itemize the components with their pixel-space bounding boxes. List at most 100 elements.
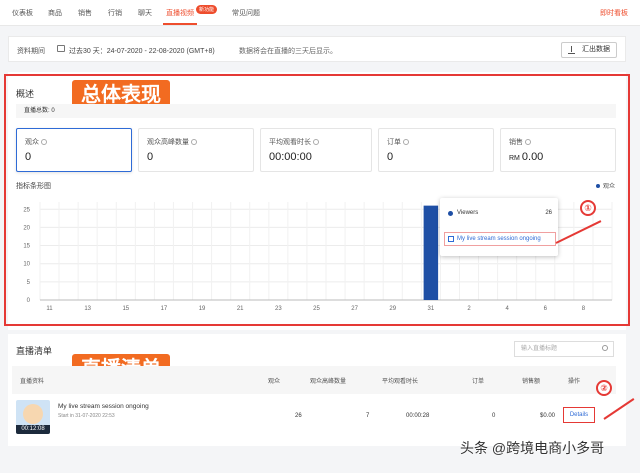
cell-orders: 0	[492, 413, 496, 419]
legend-label: 观众	[603, 184, 616, 190]
overview-title: 概述	[16, 89, 35, 99]
y-tick-label: 20	[23, 225, 30, 231]
x-tick-label: 23	[275, 306, 282, 312]
search-icon[interactable]	[602, 345, 608, 351]
marker-two: ②	[596, 380, 612, 396]
metric-card-avg-watch-time[interactable]: 平均观看时长 00:00:00	[260, 128, 372, 172]
cell-viewers: 26	[295, 413, 302, 419]
data-delay-note: 数据将会在直播的三天后显示。	[239, 48, 337, 55]
duration-label: 00:12:08	[16, 425, 50, 434]
metric-card-peak-viewers[interactable]: 观众高峰数量 0	[138, 128, 254, 172]
session-link[interactable]: My live stream session ongoing	[457, 236, 541, 242]
x-tick-label: 31	[428, 306, 435, 312]
help-icon[interactable]	[403, 139, 409, 146]
realtime-dashboard-link[interactable]: 即时看板	[600, 8, 628, 18]
search-placeholder: 输入直播标题	[521, 346, 558, 352]
x-tick-label: 15	[122, 306, 129, 312]
metric-label: 观众高峰数量	[147, 139, 189, 146]
metric-card-orders[interactable]: 订单 0	[378, 128, 494, 172]
help-icon[interactable]	[525, 139, 531, 146]
cell-peak-viewers: 7	[366, 413, 370, 419]
chart-tooltip: Viewers 26 My live stream session ongoin…	[440, 198, 558, 256]
watermark: 头条 @跨境电商小多哥	[460, 440, 605, 456]
metric-value: 0	[147, 151, 154, 163]
help-icon[interactable]	[313, 139, 319, 146]
new-feature-badge: 新功能	[196, 5, 218, 14]
y-tick-label: 5	[27, 280, 31, 286]
col-orders[interactable]: 订单	[472, 376, 484, 385]
currency-label: RM	[509, 155, 520, 162]
details-button[interactable]: Details	[563, 407, 595, 423]
tab-sales[interactable]: 销售	[78, 8, 92, 18]
x-tick-label: 13	[84, 306, 91, 312]
export-label: 汇出数据	[582, 46, 610, 53]
metric-label: 平均观看时长	[269, 139, 311, 146]
export-data-button[interactable]: 汇出数据	[561, 42, 617, 58]
tooltip-value: 26	[545, 210, 552, 216]
x-tick-label: 6	[544, 306, 548, 312]
x-tick-label: 29	[389, 306, 396, 312]
x-tick-label: 25	[313, 306, 320, 312]
col-actions: 操作	[568, 379, 581, 385]
search-live-title-input[interactable]: 输入直播标题	[514, 341, 614, 357]
legend-swatch	[596, 184, 600, 189]
x-tick-label: 21	[237, 306, 244, 312]
session-count: 直播总数: 0	[24, 108, 55, 114]
table-header: 直播资料 观众 观众高峰数量 平均观看时长 订单 销售额 操作	[12, 366, 616, 394]
session-link-box[interactable]: My live stream session ongoing	[444, 232, 556, 246]
avatar	[23, 404, 43, 424]
date-range-bar: 资料期间 过去30 天：24-07-2020 - 22-08-2020 (GMT…	[8, 36, 626, 62]
download-icon	[568, 46, 575, 54]
tab-faq[interactable]: 常见问题	[232, 8, 260, 18]
calendar-icon[interactable]	[57, 45, 65, 52]
tab-chat[interactable]: 聊天	[138, 8, 152, 18]
chart-title: 指标条形图	[16, 183, 51, 190]
date-range-picker[interactable]: 过去30 天：24-07-2020 - 22-08-2020 (GMT+8)	[69, 46, 215, 56]
col-avg-watch-time[interactable]: 平均观看时长	[382, 376, 418, 385]
stream-title[interactable]: My live stream session ongoing	[58, 403, 149, 410]
x-tick-label: 2	[467, 306, 471, 312]
active-tab-indicator	[163, 23, 197, 25]
tooltip-series-name: Viewers	[457, 210, 479, 216]
stream-thumbnail[interactable]: 00:12:08	[16, 400, 50, 434]
y-tick-label: 0	[27, 298, 31, 304]
bar	[423, 205, 439, 300]
x-tick-label: 11	[46, 306, 53, 312]
metric-label: 订单	[387, 139, 401, 146]
cell-sales: $0.00	[540, 413, 556, 419]
tab-dashboard[interactable]: 仪表板	[12, 8, 33, 18]
tab-livestream[interactable]: 直播视频	[166, 8, 194, 18]
live-list-title: 直播清单	[16, 346, 53, 356]
session-count-bar: 直播总数: 0	[16, 104, 616, 118]
top-nav: 仪表板 商品 销售 行销 聊天 直播视频 新功能 常见问题 即时看板	[0, 0, 640, 26]
y-tick-label: 25	[23, 207, 30, 213]
cell-avg-watch-time: 00:00:28	[406, 413, 430, 419]
metric-value: 00:00:00	[269, 151, 312, 163]
help-icon[interactable]	[41, 139, 47, 146]
metric-card-sales[interactable]: 销售 RM 0.00	[500, 128, 616, 172]
tab-marketing[interactable]: 行销	[108, 8, 122, 18]
tab-products[interactable]: 商品	[48, 8, 62, 18]
series-dot	[448, 211, 453, 216]
period-label: 资料期间	[17, 48, 45, 55]
col-live-info: 直播资料	[20, 379, 45, 385]
metric-value: 0.00	[521, 151, 544, 163]
col-sales[interactable]: 销售额	[522, 376, 540, 385]
metric-label: 销售	[509, 139, 523, 146]
x-tick-label: 17	[161, 306, 168, 312]
chart-legend: 观众	[596, 181, 615, 190]
video-icon	[448, 236, 454, 242]
metric-label: 观众	[25, 139, 39, 146]
x-tick-label: 4	[505, 306, 509, 312]
help-icon[interactable]	[191, 139, 197, 146]
metric-value: 0	[25, 151, 32, 163]
y-tick-label: 10	[23, 262, 30, 268]
metric-value: 0	[387, 151, 394, 163]
stream-start-time: Start in 31-07-2020 22:53	[58, 413, 115, 419]
x-tick-label: 27	[351, 306, 358, 312]
y-tick-label: 15	[23, 244, 30, 250]
col-peak-viewers[interactable]: 观众高峰数量	[310, 376, 346, 385]
metric-card-viewers[interactable]: 观众 0	[16, 128, 132, 172]
col-viewers[interactable]: 观众	[268, 376, 280, 385]
x-tick-label: 19	[199, 306, 206, 312]
